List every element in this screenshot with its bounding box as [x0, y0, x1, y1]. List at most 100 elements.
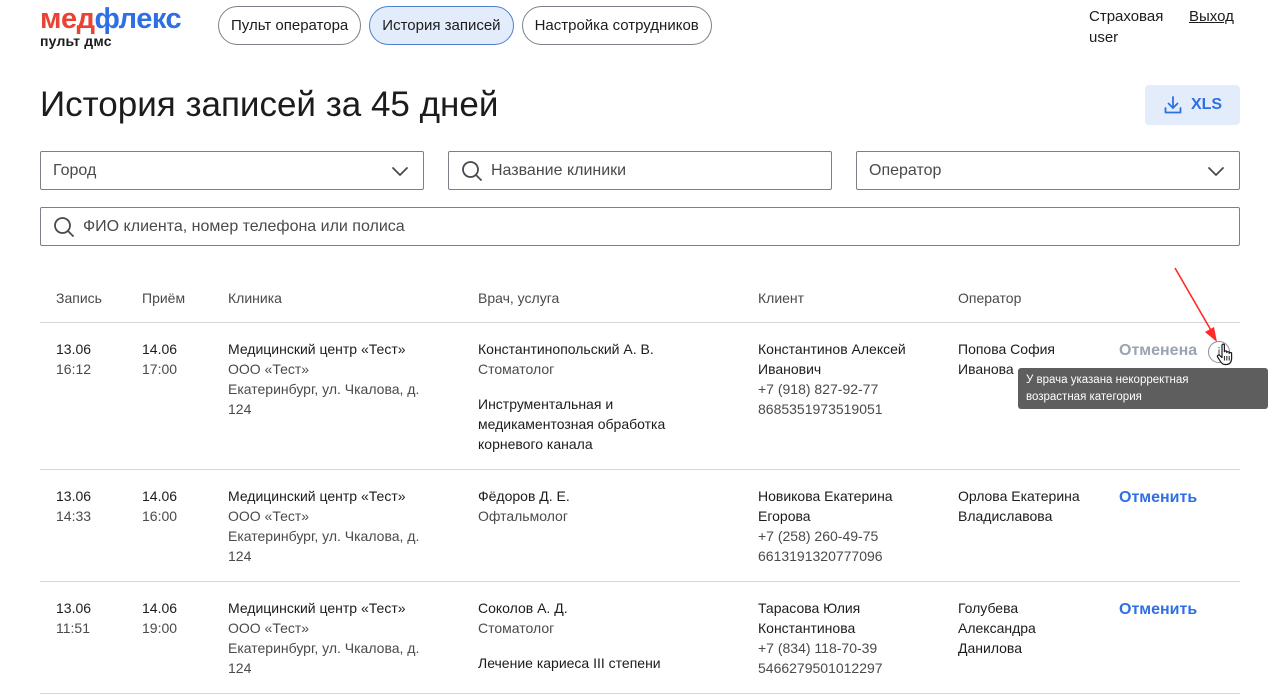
logo-subtitle: пульт дмс [40, 33, 112, 49]
operator-name: Орлова Екатерина [958, 488, 1080, 504]
doctor-cell: Фёдоров Д. Е. Офтальмолог [478, 486, 570, 526]
column-header-client: Клиент [758, 290, 805, 306]
service-name-cont: медикаментозная обработка [478, 416, 666, 432]
doctor-specialty: Стоматолог [478, 361, 555, 377]
clinic-name: Медицинский центр «Тест» [228, 600, 406, 616]
tab-operator-console[interactable]: Пульт оператора [218, 6, 362, 45]
annotation-arrow-icon [1174, 267, 1217, 342]
user-info: Страховая user [1089, 6, 1163, 48]
page-title: История записей за 45 дней [40, 85, 499, 124]
logo-part-blue: флекс [94, 3, 182, 35]
appointment-cell: 14.06 19:00 [142, 598, 177, 638]
clinic-org: ООО «Тест» [228, 620, 310, 636]
chevron-down-icon [1208, 167, 1224, 176]
service-name: Инструментальная и [478, 396, 614, 412]
client-phone: +7 (918) 827-92-77 [758, 381, 879, 397]
cancel-booking-button[interactable]: Отменить [1119, 489, 1197, 507]
column-header-doctor: Врач, услуга [478, 290, 560, 306]
record-time: 14:33 [56, 508, 92, 524]
user-company: Страховая [1089, 8, 1164, 25]
download-icon [1164, 96, 1182, 114]
client-cell: Новикова Екатерина Егорова +7 (258) 260-… [758, 486, 893, 566]
operator-select[interactable]: Оператор [856, 151, 1240, 190]
client-name-cont: Константинова [758, 620, 856, 636]
client-cell: Тарасова Юлия Константинова +7 (834) 118… [758, 598, 883, 678]
operator-cell: Голубева Александра Данилова [958, 598, 1036, 658]
operator-name: Голубева [958, 600, 1019, 616]
clinic-cell: Медицинский центр «Тест» ООО «Тест» Екат… [228, 598, 419, 678]
operator-cell: Орлова Екатерина Владиславова [958, 486, 1080, 526]
logo[interactable]: медфлекс пульт дмс [40, 3, 182, 49]
divider [40, 693, 1240, 694]
clinic-org: ООО «Тест» [228, 361, 310, 377]
appointment-time: 16:00 [142, 508, 178, 524]
divider [40, 581, 1240, 582]
logo-part-red: мед [40, 3, 95, 35]
user-login: user [1089, 29, 1119, 46]
clinic-address-cont: 124 [228, 548, 252, 564]
appointment-cell: 14.06 16:00 [142, 486, 177, 526]
search-icon [462, 160, 482, 181]
client-cell: Константинов Алексей Иванович +7 (918) 8… [758, 339, 906, 419]
column-header-operator: Оператор [958, 290, 1022, 306]
clinic-address: Екатеринбург, ул. Чкалова, д. [228, 528, 420, 544]
clinic-name: Медицинский центр «Тест» [228, 341, 406, 357]
client-policy: 5466279501012297 [758, 660, 883, 676]
chevron-down-icon [392, 167, 408, 176]
tab-booking-history[interactable]: История записей [369, 6, 514, 45]
record-cell: 13.06 14:33 [56, 486, 91, 526]
record-date: 13.06 [56, 488, 92, 504]
doctor-name: Фёдоров Д. Е. [478, 488, 570, 504]
clinic-org: ООО «Тест» [228, 508, 310, 524]
record-time: 16:12 [56, 361, 92, 377]
clinic-search-field[interactable]: Название клиники [448, 151, 832, 190]
city-select-value: Город [53, 161, 97, 179]
column-header-clinic: Клиника [228, 290, 282, 306]
record-cell: 13.06 16:12 [56, 339, 91, 379]
tooltip-text-cont: возрастная категория [1026, 391, 1142, 403]
client-name-cont: Егорова [758, 508, 811, 524]
service-name: Лечение кариеса III степени [478, 655, 661, 671]
clinic-address-cont: 124 [228, 660, 252, 676]
record-time: 11:51 [56, 620, 90, 636]
clinic-cell: Медицинский центр «Тест» ООО «Тест» Екат… [228, 486, 419, 566]
record-cell: 13.06 11:51 [56, 598, 91, 638]
logout-link[interactable]: Выход [1189, 6, 1234, 27]
tooltip: У врача указана некорректная возрастная … [1018, 368, 1268, 409]
clinic-address-cont: 124 [228, 401, 252, 417]
clinic-search-input[interactable]: Название клиники [491, 162, 626, 180]
doctor-name: Соколов А. Д. [478, 600, 568, 616]
client-phone: +7 (258) 260-49-75 [758, 528, 879, 544]
clinic-address: Екатеринбург, ул. Чкалова, д. [228, 381, 420, 397]
export-xls-button[interactable]: XLS [1145, 85, 1240, 125]
appointment-time: 17:00 [142, 361, 178, 377]
client-policy: 8685351973519051 [758, 401, 883, 417]
logo-wordmark: медфлекс [40, 3, 182, 35]
export-xls-label: XLS [1190, 96, 1223, 113]
client-policy: 6613191320777096 [758, 548, 883, 564]
client-phone: +7 (834) 118-70-39 [758, 640, 878, 656]
doctor-cell: Соколов А. Д. Стоматолог Лечение кариеса… [478, 598, 661, 673]
operator-name-cont: Данилова [958, 640, 1022, 656]
client-search-field[interactable]: ФИО клиента, номер телефона или полиса [40, 207, 1240, 246]
appointment-date: 14.06 [142, 600, 178, 616]
doctor-specialty: Офтальмолог [478, 508, 568, 524]
divider [40, 322, 1240, 323]
main-nav: Пульт оператора История записей Настройк… [218, 6, 712, 45]
column-header-appointment: Приём [142, 290, 186, 306]
appointment-date: 14.06 [142, 488, 178, 504]
operator-name-cont: Владиславова [958, 508, 1053, 524]
tooltip-text: У врача указана некорректная [1026, 374, 1189, 386]
client-name: Константинов Алексей [758, 341, 906, 357]
operator-select-value: Оператор [869, 161, 942, 179]
operator-name-cont: Александра [958, 620, 1036, 636]
doctor-name: Константинопольский А. В. [478, 341, 654, 357]
appointment-time: 19:00 [142, 620, 178, 636]
cancel-booking-button[interactable]: Отменить [1119, 601, 1197, 619]
hand-cursor-icon [1216, 343, 1233, 366]
clinic-address: Екатеринбург, ул. Чкалова, д. [228, 640, 420, 656]
search-icon [54, 216, 74, 237]
city-select[interactable]: Город [40, 151, 424, 190]
client-search-input[interactable]: ФИО клиента, номер телефона или полиса [83, 218, 405, 236]
tab-staff-settings[interactable]: Настройка сотрудников [521, 6, 712, 45]
